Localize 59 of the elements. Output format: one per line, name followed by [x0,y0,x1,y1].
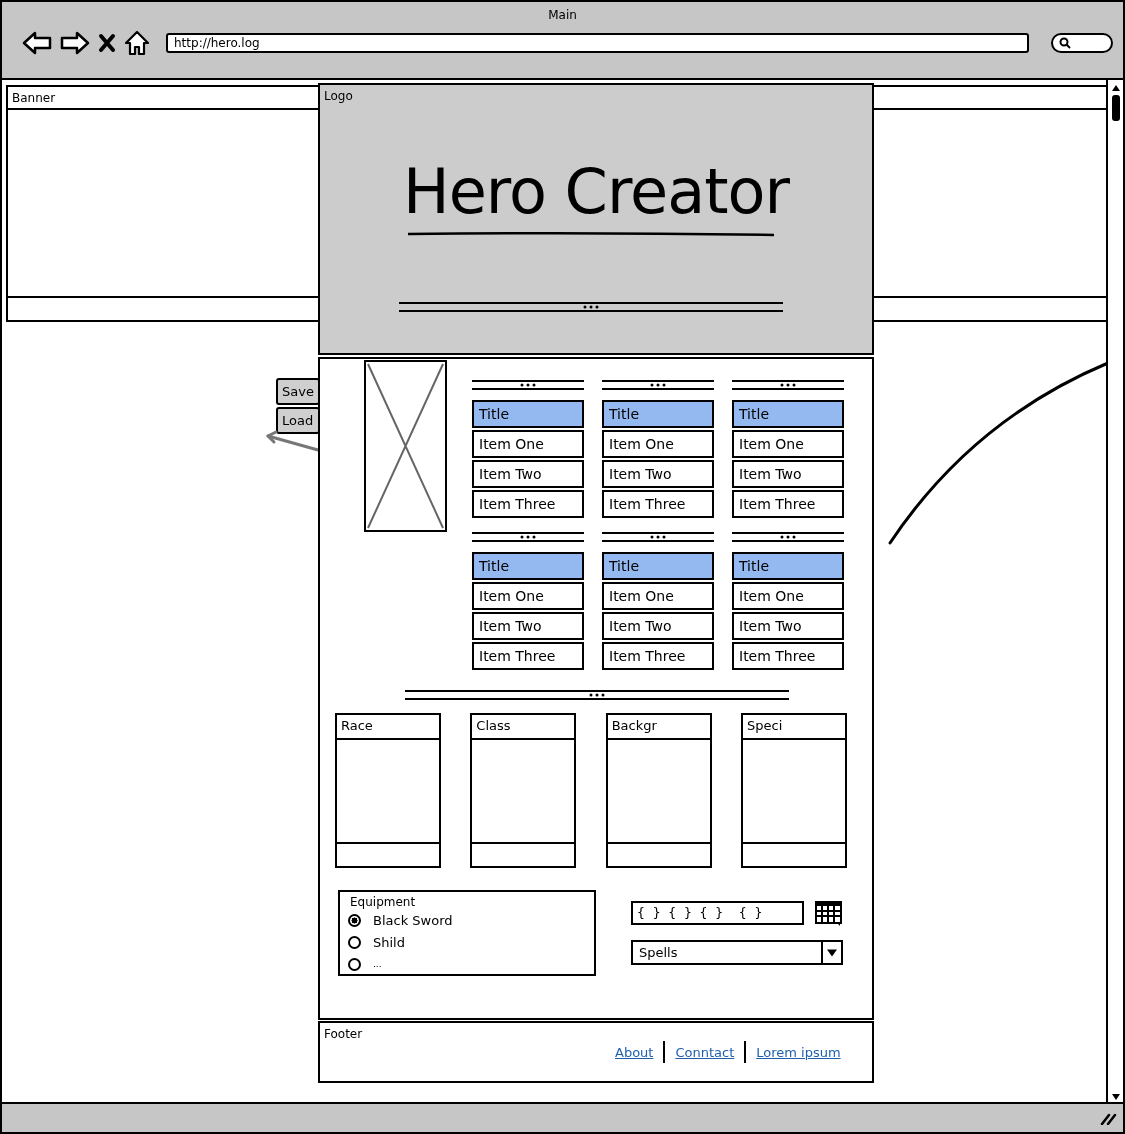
radio-option[interactable]: Shild [348,931,586,953]
back-icon[interactable] [22,31,52,55]
menu-item[interactable]: Item One [732,430,844,458]
menu-item[interactable]: Item One [602,430,714,458]
home-icon[interactable] [124,30,150,56]
menu-item[interactable]: Item Two [472,612,584,640]
menu-item[interactable]: Item Three [602,642,714,670]
card-title: Speci [747,718,783,733]
close-icon[interactable] [98,33,116,53]
address-field[interactable]: http://hero.log [166,33,1029,53]
footer-link[interactable]: Conntact [675,1044,735,1060]
calendar-icon[interactable] [814,900,843,927]
group-label: Equipment [349,895,417,909]
input-field[interactable]: { } { } { } { } [631,901,804,925]
footer-link[interactable]: Lorem ipsum [756,1044,841,1060]
page-heading: Hero Creator [403,157,789,227]
window-title: Main [548,8,577,24]
footer-label: Footer [324,1026,363,1043]
menu-item[interactable]: Item Two [472,460,584,488]
card-title: Backgr [611,718,657,733]
menu-item[interactable]: Item One [602,582,714,610]
dropdown[interactable]: Spells [631,940,843,965]
footer-link[interactable]: About [615,1044,654,1060]
banner-label: Banner [12,91,56,105]
menu-title: Title [732,400,844,428]
menu-item[interactable]: Item Three [602,490,714,518]
logo-label: Logo [324,88,353,105]
resize-grip-icon[interactable] [1099,1111,1117,1125]
scroll-thumb[interactable] [1111,95,1120,121]
menu-item[interactable]: Item Two [732,612,844,640]
search-field[interactable] [1051,33,1113,53]
vertical-scrollbar[interactable] [1106,80,1123,1102]
menu-item[interactable]: Item Two [602,612,714,640]
side-button[interactable]: Save [276,378,320,405]
menu-item[interactable]: Item Two [602,460,714,488]
radio-button[interactable] [348,957,361,971]
menu-title: Title [602,400,714,428]
menu-title: Title [602,552,714,580]
scroll-up-icon[interactable] [1109,83,1122,93]
menu-item[interactable]: Item One [472,430,584,458]
search-icon [1059,37,1071,49]
menu-title: Title [472,552,584,580]
side-button[interactable]: Load [276,407,320,434]
menu-item[interactable]: Item Three [732,642,844,670]
forward-icon[interactable] [60,31,90,55]
menu-item[interactable]: Item One [732,582,844,610]
card-title: Class [476,718,511,733]
menu-item[interactable]: Item Three [472,490,584,518]
menu-item[interactable]: Item Two [732,460,844,488]
radio-option[interactable]: Black Sword [348,909,586,931]
card-title: Race [341,718,373,733]
menu-title: Title [732,552,844,580]
radio-option[interactable]: ... [348,953,586,975]
radio-button[interactable] [348,913,361,927]
menu-item[interactable]: Item One [472,582,584,610]
radio-button[interactable] [348,935,361,949]
menu-title: Title [472,400,584,428]
menu-item[interactable]: Item Three [732,490,844,518]
menu-item[interactable]: Item Three [472,642,584,670]
